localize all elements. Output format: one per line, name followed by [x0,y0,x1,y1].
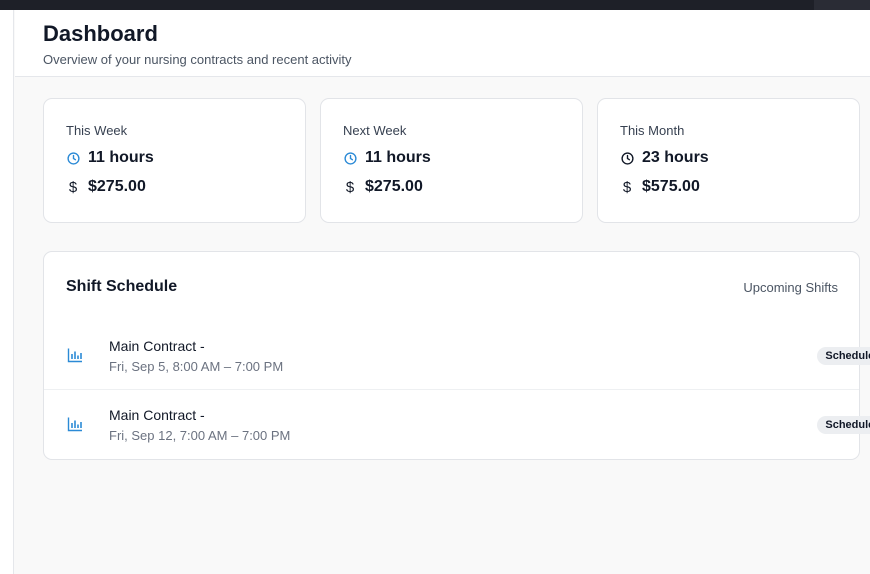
shift-name: Main Contract - [109,407,205,423]
amount-value: $275.00 [88,178,146,195]
clock-icon [343,151,357,165]
card-label: This Week [66,123,128,138]
hours-value: 11 hours [88,149,154,166]
shift-schedule-panel: Shift Schedule Upcoming Shifts Main Cont… [43,251,870,460]
amount-value: $275.00 [365,178,423,195]
page-subtitle: Overview of your nursing contracts and r… [43,52,352,67]
this-week-card: This Week 11 hours $ $275.00 [43,98,306,223]
panel-title: Shift Schedule [66,278,178,295]
clock-icon [620,151,634,165]
upcoming-shifts-link[interactable]: Upcoming Shifts [743,280,838,295]
hours-row: 23 hours [620,149,709,167]
amount-row: $ $575.00 [620,178,700,196]
shift-row[interactable]: Main Contract - Fri, Sep 12, 7:00 AM – 7… [44,391,870,459]
top-bar-corner [814,0,870,10]
amount-row: $ $275.00 [343,178,423,196]
dollar-icon: $ [345,178,355,196]
amount-row: $ $275.00 [66,178,146,196]
amount-value: $575.00 [642,178,700,195]
sidebar [0,10,14,574]
hours-row: 11 hours [66,149,154,167]
this-month-card: This Month 23 hours $ $575.00 [597,98,860,223]
page-title: Dashboard [43,21,158,46]
shift-name: Main Contract - [109,338,205,354]
hours-value: 23 hours [642,149,709,166]
hours-value: 11 hours [365,149,431,166]
page-header: Dashboard Overview of your nursing contr… [15,10,870,77]
status-badge: Scheduled [817,347,870,365]
card-label: Next Week [343,123,407,138]
dollar-icon: $ [68,178,78,196]
bar-chart-icon [67,347,83,363]
clock-icon [66,151,80,165]
hours-row: 11 hours [343,149,431,167]
bar-chart-icon [67,416,83,432]
card-label: This Month [620,123,685,138]
shift-time: Fri, Sep 5, 8:00 AM – 7:00 PM [109,359,284,374]
next-week-card: Next Week 11 hours $ $275.00 [320,98,583,223]
shift-time: Fri, Sep 12, 7:00 AM – 7:00 PM [109,428,291,443]
status-badge: Scheduled [817,416,870,434]
top-app-bar [0,0,870,10]
shift-row[interactable]: Main Contract - Fri, Sep 5, 8:00 AM – 7:… [44,322,870,390]
dollar-icon: $ [622,178,632,196]
